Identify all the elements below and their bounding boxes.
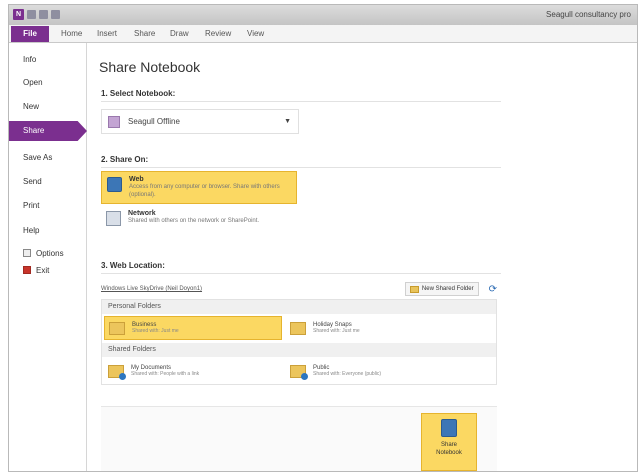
web-location-bar: Windows Live SkyDrive (Neil Doyon1) New …: [101, 280, 497, 298]
folder-icon: [109, 321, 125, 335]
folder-desc: Shared with: Everyone (public): [313, 371, 382, 377]
backstage-nav: Info Open New Share Save As Send Print H…: [9, 43, 87, 471]
folder-business[interactable]: Business Shared with: Just me: [104, 316, 282, 340]
folders-panel: Personal Folders Business Shared with: J…: [101, 299, 497, 385]
share-option-network[interactable]: Network Shared with others on the networ…: [101, 206, 297, 239]
folder-icon: [290, 321, 306, 335]
page-title: Share Notebook: [99, 59, 201, 75]
section-share-on: 2. Share On:: [101, 155, 501, 168]
nav-new[interactable]: New: [9, 100, 87, 114]
nav-print[interactable]: Print: [9, 199, 87, 213]
new-shared-folder-button[interactable]: New Shared Folder: [404, 282, 479, 296]
refresh-icon[interactable]: ⟳: [489, 284, 497, 295]
nav-send[interactable]: Send: [9, 175, 87, 189]
window-title: Seagull consultancy pro: [546, 10, 631, 19]
tab-insert[interactable]: Insert: [97, 29, 117, 38]
notebook-value: Seagull Offline: [128, 117, 180, 126]
tab-share[interactable]: Share: [134, 29, 155, 38]
nav-share[interactable]: Share: [9, 121, 87, 141]
folder-icon: [409, 285, 419, 293]
tab-draw[interactable]: Draw: [170, 29, 189, 38]
notebook-dropdown[interactable]: Seagull Offline ▼: [101, 109, 299, 134]
tab-home[interactable]: Home: [61, 29, 82, 38]
option-desc: Shared with others on the network or Sha…: [128, 218, 260, 224]
new-folder-label: New Shared Folder: [421, 286, 474, 292]
quick-access-toolbar: N: [13, 9, 60, 20]
globe-icon: [107, 177, 122, 192]
nav-exit-label: Exit: [36, 266, 50, 275]
nav-exit[interactable]: Exit: [9, 264, 87, 278]
nav-help[interactable]: Help: [9, 224, 87, 238]
share-notebook-button[interactable]: Share Notebook: [421, 413, 477, 471]
folder-desc: Shared with: Just me: [132, 328, 179, 334]
options-icon: [23, 249, 31, 257]
group-header: Personal Folders: [102, 300, 496, 314]
share-notebook-icon: [441, 419, 457, 437]
share-label-line2: Notebook: [436, 450, 462, 456]
folder-desc: Shared with: Just me: [313, 328, 360, 334]
chevron-down-icon: ▼: [284, 118, 291, 125]
folder-desc: Shared with: People with a link: [131, 371, 200, 377]
ribbon-tabs: File Home Insert Share Draw Review View: [9, 25, 637, 43]
option-desc: Access from any computer or browser. Sha…: [129, 184, 280, 198]
share-label-line1: Share: [440, 442, 457, 448]
option-title: Web: [129, 176, 144, 183]
nav-info[interactable]: Info: [9, 53, 87, 67]
folder-public[interactable]: Public Shared with: Everyone (public): [286, 359, 464, 383]
title-bar: N Seagull consultancy pro: [9, 5, 637, 25]
share-option-web[interactable]: Web Access from any computer or browser.…: [101, 171, 297, 204]
shared-badge-icon: [301, 372, 308, 380]
folder-my-documents[interactable]: My Documents Shared with: People with a …: [104, 359, 282, 383]
nav-open[interactable]: Open: [9, 76, 87, 90]
tab-file[interactable]: File: [11, 26, 49, 42]
option-title: Network: [128, 210, 156, 217]
share-notebook-pane: Share Notebook 1. Select Notebook: Seagu…: [87, 43, 637, 471]
nav-save-as[interactable]: Save As: [9, 151, 87, 165]
nav-options[interactable]: Options: [9, 247, 87, 261]
nav-options-label: Options: [36, 249, 64, 258]
folder-holiday-snaps[interactable]: Holiday Snaps Shared with: Just me: [286, 316, 464, 340]
folder-icon: [290, 364, 308, 380]
notebook-icon: [108, 115, 120, 128]
exit-icon: [23, 266, 31, 274]
back-icon[interactable]: [27, 10, 36, 19]
location-link[interactable]: Windows Live SkyDrive (Neil Doyon1): [101, 286, 405, 292]
undo-icon[interactable]: [39, 10, 48, 19]
tab-review[interactable]: Review: [205, 29, 231, 38]
group-header: Shared Folders: [102, 343, 496, 357]
dock-icon[interactable]: [51, 10, 60, 19]
shared-badge-icon: [119, 372, 126, 380]
network-icon: [106, 211, 121, 226]
onenote-window: N Seagull consultancy pro File Home Inse…: [8, 4, 638, 472]
section-select-notebook: 1. Select Notebook:: [101, 89, 501, 102]
tab-view[interactable]: View: [247, 29, 264, 38]
app-icon[interactable]: N: [13, 9, 24, 20]
folder-icon: [108, 364, 126, 380]
section-web-location: 3. Web Location:: [101, 261, 501, 274]
